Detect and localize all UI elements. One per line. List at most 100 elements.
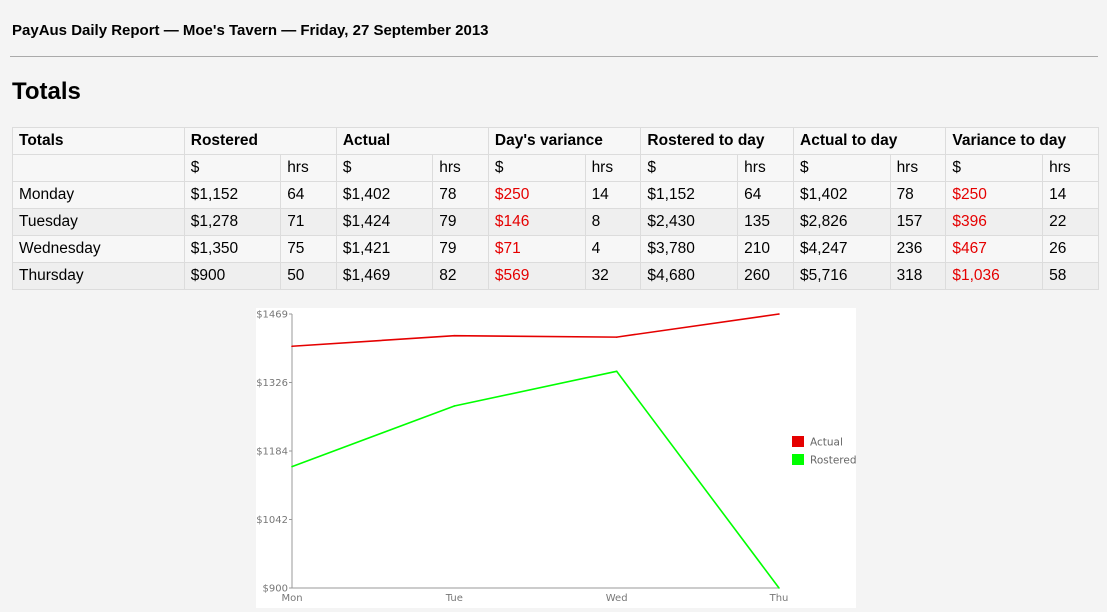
table-cell: $2,826 xyxy=(793,208,891,236)
table-row: Wednesday $1,350 75 $1,421 79 $71 4 $3,780 210 $4… xyxy=(12,235,1099,263)
table-row: Thursday $900 50 $1,469 82 $569 32 $4,680 260 $5,… xyxy=(12,262,1099,290)
table-cell: $1,402 xyxy=(335,181,434,209)
unit-header: $ xyxy=(335,154,434,182)
table-cell: 79 xyxy=(432,235,489,263)
table-cell: 64 xyxy=(280,181,337,209)
unit-header: hrs xyxy=(737,154,795,182)
unit-header: $ xyxy=(793,154,891,182)
column-group-header: Rostered to day xyxy=(640,127,795,155)
table-cell: 58 xyxy=(1042,262,1099,290)
table-cell: 210 xyxy=(737,235,795,263)
table-cell: 14 xyxy=(1042,181,1099,209)
unit-header: hrs xyxy=(889,154,947,182)
data-point-rostered xyxy=(453,405,456,407)
column-group-header: Actual xyxy=(335,127,489,155)
data-point-rostered xyxy=(291,465,293,468)
series-line-actual xyxy=(291,313,780,348)
table-cell: 50 xyxy=(280,262,337,290)
unit-header: $ xyxy=(487,154,586,182)
data-point-actual xyxy=(778,313,780,315)
blank-header-cell xyxy=(12,154,185,182)
column-group-header: Variance to day xyxy=(945,127,1099,155)
x-tick-label: Thu xyxy=(769,593,789,604)
table-cell: $71 xyxy=(487,235,586,263)
table-cell: $1,469 xyxy=(335,262,434,290)
table-group-header: Totals Rostered Actual Day's variance Ro… xyxy=(12,127,1099,155)
y-tick-label: $1042 xyxy=(256,515,288,526)
table-cell: 78 xyxy=(432,181,489,209)
column-group-header: Actual to day xyxy=(793,127,947,155)
row-day-label: Tuesday xyxy=(12,208,185,236)
table-corner-label: Totals xyxy=(12,127,185,155)
table-cell: $1,036 xyxy=(945,262,1044,290)
table-cell: 71 xyxy=(280,208,337,236)
data-point-actual xyxy=(615,336,618,338)
table-cell: 14 xyxy=(584,181,642,209)
section-heading: Totals xyxy=(12,78,81,105)
table-cell: 26 xyxy=(1042,235,1099,263)
unit-header: hrs xyxy=(584,154,642,182)
x-tick-label: Mon xyxy=(281,593,302,604)
table-cell: 157 xyxy=(889,208,947,236)
totals-table: Totals Rostered Actual Day's variance Ro… xyxy=(12,127,1099,290)
table-cell: $250 xyxy=(945,181,1044,209)
row-day-label: Monday xyxy=(12,181,185,209)
legend-label-rostered: Rostered xyxy=(810,455,856,467)
y-tick-label: $1326 xyxy=(256,378,288,389)
chart-svg: $900$1042$1184$1326$1469Mon Tue Wed ThuActu… xyxy=(256,310,856,605)
table-row: Tuesday $1,278 71 $1,424 79 $146 8 $2,430 135 $2,… xyxy=(12,208,1099,236)
table-row: Monday $1,152 64 $1,402 78 $250 14 $1,152 64 $1,4… xyxy=(12,181,1099,209)
unit-header: $ xyxy=(640,154,739,182)
table-cell: 236 xyxy=(889,235,947,263)
unit-header: hrs xyxy=(432,154,489,182)
table-cell: 78 xyxy=(889,181,947,209)
table-cell: 22 xyxy=(1042,208,1099,236)
table-cell: 64 xyxy=(737,181,795,209)
table-cell: 135 xyxy=(737,208,795,236)
table-cell: $1,421 xyxy=(335,235,434,263)
unit-header: hrs xyxy=(1042,154,1099,182)
table-cell: $1,152 xyxy=(183,181,282,209)
table-cell: 8 xyxy=(584,208,642,236)
unit-header: hrs xyxy=(280,154,337,182)
table-cell: 260 xyxy=(737,262,795,290)
row-day-label: Wednesday xyxy=(12,235,185,263)
legend-swatch-actual xyxy=(792,436,804,447)
legend-swatch-rostered xyxy=(792,454,804,465)
header-divider xyxy=(10,56,1098,57)
table-cell: 318 xyxy=(889,262,947,290)
table-cell: $4,680 xyxy=(640,262,739,290)
report-title: PayAus Daily Report — Moe's Tavern — Fri… xyxy=(12,22,489,39)
table-cell: 32 xyxy=(584,262,642,290)
data-point-actual xyxy=(453,334,456,337)
column-group-header: Rostered xyxy=(183,127,337,155)
table-cell: $396 xyxy=(945,208,1044,236)
data-point-actual xyxy=(291,345,293,348)
unit-header: $ xyxy=(183,154,282,182)
table-cell: $3,780 xyxy=(640,235,739,263)
table-cell: $1,152 xyxy=(640,181,739,209)
row-day-label: Thursday xyxy=(12,262,185,290)
data-point-rostered xyxy=(778,587,780,589)
table-cell: 82 xyxy=(432,262,489,290)
unit-header: $ xyxy=(945,154,1044,182)
table-cell: $1,350 xyxy=(183,235,282,263)
table-cell: $5,716 xyxy=(793,262,891,290)
table-cell: $1,278 xyxy=(183,208,282,236)
y-tick-label: $1184 xyxy=(256,447,288,458)
y-tick-label: $1469 xyxy=(256,310,288,321)
table-cell: $250 xyxy=(487,181,586,209)
table-cell: 79 xyxy=(432,208,489,236)
table-cell: $2,430 xyxy=(640,208,739,236)
table-cell: $900 xyxy=(183,262,282,290)
series-line-rostered xyxy=(291,370,780,589)
data-point-rostered xyxy=(615,370,618,373)
table-cell: $467 xyxy=(945,235,1044,263)
x-tick-label: Tue xyxy=(445,593,463,604)
table-cell: $4,247 xyxy=(793,235,891,263)
table-cell: $1,424 xyxy=(335,208,434,236)
totals-line-chart: $900 $1042 $1184 $1326 $1469 Mon Tue Wed Thu Actu… xyxy=(256,308,856,608)
table-cell: $146 xyxy=(487,208,586,236)
table-cell: 75 xyxy=(280,235,337,263)
table-cell: $569 xyxy=(487,262,586,290)
